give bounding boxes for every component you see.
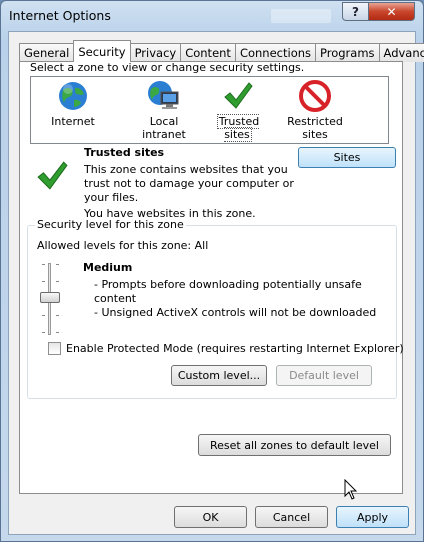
cancel-button[interactable]: Cancel: [255, 506, 328, 528]
zone-label: Restricted sites: [287, 115, 343, 141]
slider-tick: [42, 315, 45, 316]
zone-description-line: trust not to damage your computer or: [84, 177, 294, 190]
selected-zone-name: Trusted sites: [84, 146, 165, 159]
title-bar-background-blur: [271, 9, 331, 23]
checkmark-icon: [37, 161, 68, 190]
slider-tick: [56, 281, 59, 282]
slider-thumb[interactable]: [40, 292, 60, 303]
slider-tick: [42, 281, 45, 282]
zone-trusted-sites[interactable]: Trusted sites: [205, 80, 271, 142]
zone-list: Internet Local intranet Trusted sites Re…: [30, 76, 389, 144]
custom-level-button[interactable]: Custom level...: [171, 365, 267, 386]
level-bullet: content: [94, 292, 137, 305]
zone-label: Trusted sites: [216, 114, 260, 142]
zone-label: Internet: [51, 115, 95, 128]
apply-button[interactable]: Apply: [336, 506, 409, 528]
close-icon: ✕: [386, 4, 397, 19]
slider-tick: [56, 315, 59, 316]
level-name: Medium: [83, 261, 133, 274]
intranet-icon: [148, 81, 179, 109]
level-bullet: - Prompts before downloading potentially…: [94, 278, 362, 291]
help-icon: ?: [352, 4, 359, 19]
protected-mode-label[interactable]: Enable Protected Mode (requires restarti…: [66, 342, 404, 355]
restricted-icon: [299, 80, 331, 112]
slider-tick: [56, 264, 59, 265]
default-level-button: Default level: [276, 365, 372, 386]
help-button[interactable]: ?: [342, 2, 369, 21]
protected-mode-checkbox[interactable]: [48, 342, 61, 355]
tab-connections[interactable]: Connections: [234, 43, 317, 62]
zone-internet[interactable]: Internet: [45, 80, 101, 128]
zone-description-line: This zone contains websites that you: [84, 163, 288, 176]
globe-icon: [59, 82, 87, 110]
reset-all-zones-button[interactable]: Reset all zones to default level: [198, 434, 391, 456]
slider-tick: [56, 332, 59, 333]
ok-button[interactable]: OK: [174, 506, 247, 528]
security-tab-panel: Select a zone to view or change security…: [19, 61, 404, 494]
tab-strip: General Security Privacy Content Connect…: [19, 40, 424, 62]
zone-prompt: Select a zone to view or change security…: [30, 61, 305, 74]
tab-programs[interactable]: Programs: [315, 43, 380, 62]
zone-description-line: your files.: [84, 191, 139, 204]
tab-content[interactable]: Content: [180, 43, 236, 62]
security-level-group: Security level for this zone Allowed lev…: [27, 218, 404, 399]
zone-local-intranet[interactable]: Local intranet: [127, 80, 201, 141]
window-title: Internet Options: [9, 8, 111, 23]
sites-button[interactable]: Sites: [298, 147, 396, 168]
tab-advanced[interactable]: Advanced: [378, 43, 424, 62]
group-legend: Security level for this zone: [35, 218, 186, 231]
level-bullet: - Unsigned ActiveX controls will not be …: [94, 306, 377, 319]
allowed-levels-text: Allowed levels for this zone: All: [37, 239, 209, 252]
zone-restricted-sites[interactable]: Restricted sites: [279, 80, 351, 141]
internet-options-window: Internet Options ? ✕ General Security Pr…: [0, 0, 424, 542]
mouse-cursor-icon: [344, 479, 358, 500]
slider-tick: [42, 264, 45, 265]
tab-general[interactable]: General: [19, 43, 75, 62]
checkmark-icon: [224, 82, 253, 109]
slider-tick: [42, 332, 45, 333]
dialog-client-area: General Security Privacy Content Connect…: [8, 31, 424, 535]
close-button[interactable]: ✕: [368, 2, 415, 21]
tab-security[interactable]: Security: [73, 40, 131, 62]
zone-label: Local intranet: [142, 115, 186, 141]
tab-privacy[interactable]: Privacy: [129, 43, 182, 62]
